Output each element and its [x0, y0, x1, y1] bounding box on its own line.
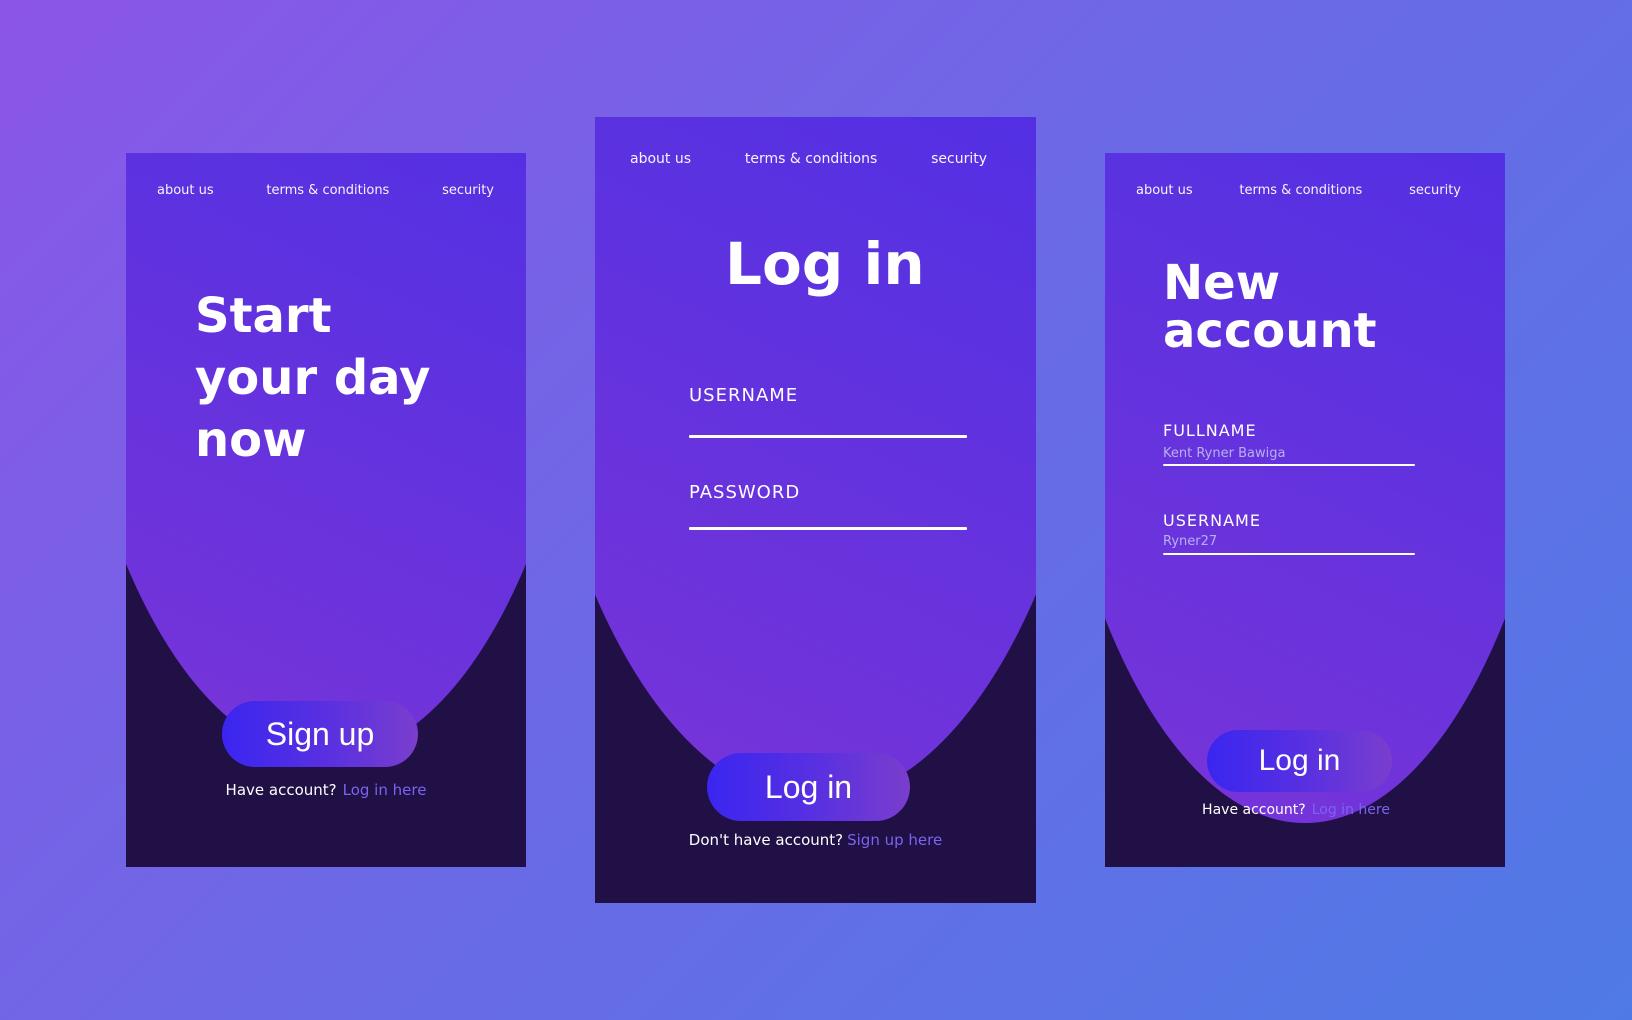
nav-security-link[interactable]: security: [931, 151, 987, 167]
footer-prompt: Have account? Log in here: [1105, 802, 1505, 818]
nav-about-link[interactable]: about us: [630, 151, 691, 167]
page-title: Start your day now: [195, 285, 430, 471]
login-here-link[interactable]: Log in here: [1312, 802, 1390, 818]
nav-security-link[interactable]: security: [1409, 183, 1461, 198]
nav-terms-link[interactable]: terms & conditions: [745, 151, 877, 167]
password-label: PASSWORD: [689, 482, 801, 503]
username-label: USERNAME: [689, 385, 799, 406]
page-title: Log in: [725, 230, 925, 298]
fullname-label: FULLNAME: [1163, 421, 1257, 440]
username-underline: [1163, 553, 1415, 555]
footer-prompt: Don't have account? Sign up here: [595, 831, 1036, 849]
nav-terms-link[interactable]: terms & conditions: [266, 183, 389, 198]
fullname-underline: [1163, 464, 1415, 466]
nav-terms-link[interactable]: terms & conditions: [1239, 183, 1362, 198]
title-line: New: [1163, 255, 1281, 311]
nav-security-link[interactable]: security: [442, 183, 494, 198]
footer-text: Have account?: [225, 781, 337, 799]
title-line: now: [195, 412, 307, 468]
footer-text: Don't have account?: [688, 831, 844, 849]
nav-about-link[interactable]: about us: [1136, 183, 1193, 198]
title-line: your day: [195, 350, 431, 406]
top-nav: about us terms & conditions security: [1105, 183, 1505, 198]
nav-about-link[interactable]: about us: [157, 183, 214, 198]
card-top-gradient: [1105, 153, 1505, 823]
username-label: USERNAME: [1163, 511, 1261, 530]
login-here-link[interactable]: Log in here: [343, 781, 427, 799]
card-top-gradient: [595, 117, 1036, 802]
top-nav: about us terms & conditions security: [595, 151, 1036, 167]
log-in-button[interactable]: Log in: [1207, 730, 1392, 792]
footer-prompt: Have account? Log in here: [126, 781, 526, 799]
title-line: account: [1163, 303, 1377, 359]
sign-up-button[interactable]: Sign up: [222, 701, 418, 767]
title-line: Start: [195, 288, 332, 344]
password-input[interactable]: [689, 527, 967, 530]
log-in-button[interactable]: Log in: [707, 753, 910, 821]
username-input[interactable]: [689, 435, 967, 438]
fullname-input[interactable]: Kent Ryner Bawiga: [1163, 446, 1285, 461]
new-account-card: about us terms & conditions security New…: [1105, 153, 1505, 867]
top-nav: about us terms & conditions security: [126, 183, 526, 198]
username-input[interactable]: Ryner27: [1163, 534, 1217, 549]
footer-text: Have account?: [1202, 802, 1306, 818]
signup-card: about us terms & conditions security Sta…: [126, 153, 526, 867]
page-title: New account: [1163, 259, 1377, 355]
sign-up-here-link[interactable]: Sign up here: [847, 831, 942, 849]
login-card: about us terms & conditions security Log…: [595, 117, 1036, 903]
